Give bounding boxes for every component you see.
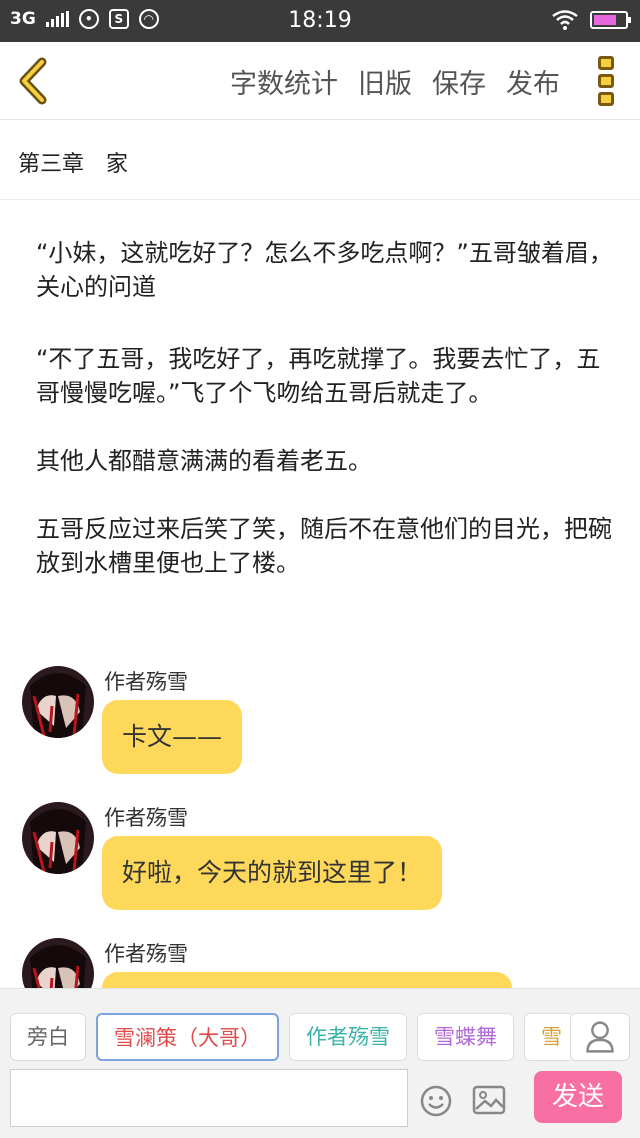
role-chip[interactable]: 雪蝶舞 — [417, 1013, 514, 1061]
user-icon[interactable] — [570, 1013, 630, 1061]
paragraph: “小妹，这就吃好了？怎么不多吃点啊？”五哥皱着眉，关心的问道 — [36, 239, 613, 301]
save-button[interactable]: 保存 — [432, 62, 486, 101]
editor-toolbar: 字数统计 旧版 保存 发布 — [0, 42, 640, 120]
message-input[interactable] — [10, 1069, 408, 1127]
message-author: 作者殇雪 — [104, 806, 188, 830]
emoji-icon[interactable] — [420, 1085, 452, 1117]
send-button[interactable]: 发送 — [534, 1071, 622, 1123]
chevron-left-icon[interactable] — [14, 56, 54, 106]
image-icon[interactable] — [472, 1085, 506, 1115]
story-content[interactable]: “小妹，这就吃好了？怎么不多吃点啊？”五哥皱着眉，关心的问道 “不了五哥，我吃好… — [36, 236, 616, 614]
role-chip[interactable]: 作者殇雪 — [289, 1013, 407, 1061]
chapter-number: 第三章 — [18, 152, 85, 177]
message-author: 作者殇雪 — [104, 942, 188, 966]
message-author: 作者殇雪 — [104, 670, 188, 694]
more-vertical-icon[interactable] — [598, 56, 616, 106]
chapter-header[interactable]: 第三章家 — [0, 120, 640, 200]
wifi-icon — [552, 10, 578, 30]
avatar — [22, 666, 94, 738]
role-chip[interactable]: 雪澜策（大哥） — [96, 1013, 279, 1061]
role-selector[interactable]: 旁白 雪澜策（大哥） 作者殇雪 雪蝶舞雪 — [10, 1013, 570, 1063]
compose-bar: 旁白 雪澜策（大哥） 作者殇雪 雪蝶舞雪 发送 — [0, 988, 640, 1138]
avatar — [22, 802, 94, 874]
message-bubble: 好啦，今天的就到这里了！ — [102, 836, 443, 910]
old-version-button[interactable]: 旧版 — [358, 62, 412, 101]
clock: 18:19 — [288, 8, 352, 33]
role-chip[interactable]: 雪 — [524, 1013, 570, 1061]
role-chip[interactable]: 旁白 — [10, 1013, 86, 1061]
paragraph: 五哥反应过来后笑了笑，随后不在意他们的目光，把碗放到水槽里便也上了楼。 — [36, 515, 612, 577]
paragraph: “不了五哥，我吃好了，再吃就撑了。我要去忙了，五哥慢慢吃喔。”飞了个飞吻给五哥后… — [36, 345, 601, 407]
status-bar: 3G • S ◠ 18:19 — [0, 0, 640, 42]
word-count-button[interactable]: 字数统计 — [230, 62, 338, 101]
message-bubble: 卡文—— — [102, 700, 243, 774]
paragraph: 其他人都醋意满满的看着老五。 — [36, 447, 372, 475]
publish-button[interactable]: 发布 — [506, 62, 560, 101]
battery-icon — [590, 11, 631, 29]
chapter-title: 家 — [106, 152, 129, 177]
